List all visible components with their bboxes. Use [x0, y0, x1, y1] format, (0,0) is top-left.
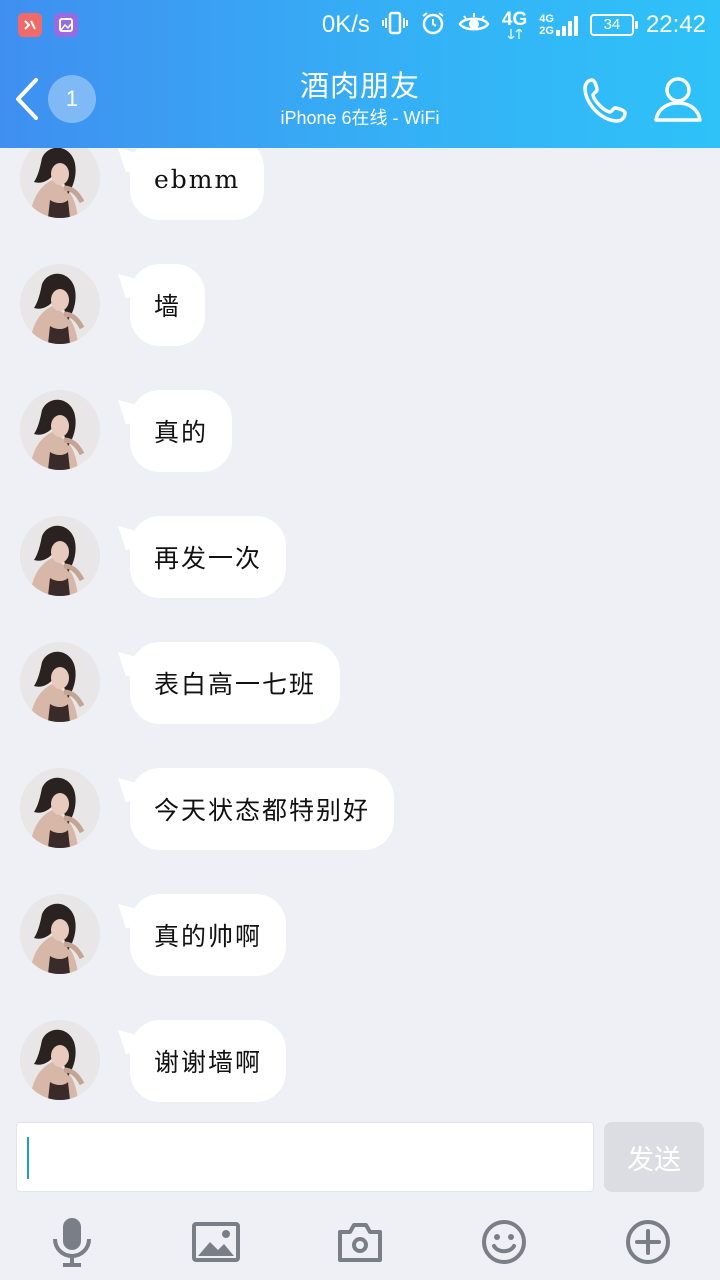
message-list[interactable]: ebmm 墙 真的 再发一次 表白高一七班 今天状态都特别好 真的帅啊 谢谢墙啊 [0, 148, 720, 1110]
camera-button[interactable] [328, 1210, 392, 1274]
top-bar: 0K/s 4G 4G 2G 34 22:42 1 酒肉朋友 iPhone 6在线… [0, 0, 720, 148]
microphone-icon [53, 1218, 91, 1267]
message-row: 墙 [0, 264, 720, 348]
status-bar: 0K/s 4G 4G 2G 34 22:42 [0, 0, 720, 50]
message-row: 谢谢墙啊 [0, 1020, 720, 1104]
message-row: 表白高一七班 [0, 642, 720, 726]
plus-circle-icon [626, 1220, 670, 1264]
voice-call-button[interactable] [578, 72, 634, 128]
message-bubble[interactable]: 真的帅啊 [130, 894, 287, 976]
dual-signal-icon: 4G 2G [539, 13, 578, 37]
message-bubble[interactable]: 今天状态都特别好 [130, 768, 395, 850]
sender-avatar[interactable] [20, 642, 100, 722]
photo-album-button[interactable] [184, 1210, 248, 1274]
image-icon [192, 1222, 240, 1262]
contact-info-button[interactable] [650, 72, 706, 128]
camera-icon [338, 1223, 382, 1262]
eye-icon [458, 11, 490, 40]
vibrate-icon [381, 10, 408, 41]
message-bubble[interactable]: 再发一次 [130, 516, 287, 598]
phone-icon [583, 78, 627, 123]
message-input[interactable] [16, 1122, 594, 1192]
gallery-notification-icon [54, 13, 78, 37]
message-row: 今天状态都特别好 [0, 768, 720, 852]
sender-avatar[interactable] [20, 516, 100, 596]
app-notification-icon [18, 13, 42, 37]
clock: 22:42 [645, 11, 706, 38]
message-row: ebmm [0, 148, 720, 222]
nav-bar: 1 酒肉朋友 iPhone 6在线 - WiFi [0, 50, 720, 148]
network-speed: 0K/s [321, 11, 370, 38]
sender-avatar[interactable] [20, 1020, 100, 1100]
message-bubble[interactable]: 表白高一七班 [130, 642, 341, 724]
emoji-button[interactable] [472, 1210, 536, 1274]
smiley-icon [482, 1220, 526, 1264]
alarm-icon [420, 10, 446, 41]
message-row: 再发一次 [0, 516, 720, 600]
message-bubble[interactable]: ebmm [130, 148, 265, 220]
composer-toolbar [0, 1210, 720, 1274]
network-4g-icon: 4G [502, 10, 527, 39]
message-bubble[interactable]: 真的 [130, 390, 233, 472]
person-icon [654, 77, 702, 122]
sender-avatar[interactable] [20, 390, 100, 470]
sender-avatar[interactable] [20, 148, 100, 218]
sender-avatar[interactable] [20, 264, 100, 344]
composer: 发送 [0, 1110, 720, 1280]
sender-avatar[interactable] [20, 894, 100, 974]
battery-icon: 34 [589, 14, 638, 36]
message-bubble[interactable]: 墙 [130, 264, 206, 346]
text-caret [27, 1137, 29, 1179]
message-row: 真的帅啊 [0, 894, 720, 978]
message-row: 真的 [0, 390, 720, 474]
voice-input-button[interactable] [40, 1210, 104, 1274]
sender-avatar[interactable] [20, 768, 100, 848]
more-button[interactable] [616, 1210, 680, 1274]
send-button[interactable]: 发送 [604, 1122, 704, 1192]
message-bubble[interactable]: 谢谢墙啊 [130, 1020, 287, 1102]
